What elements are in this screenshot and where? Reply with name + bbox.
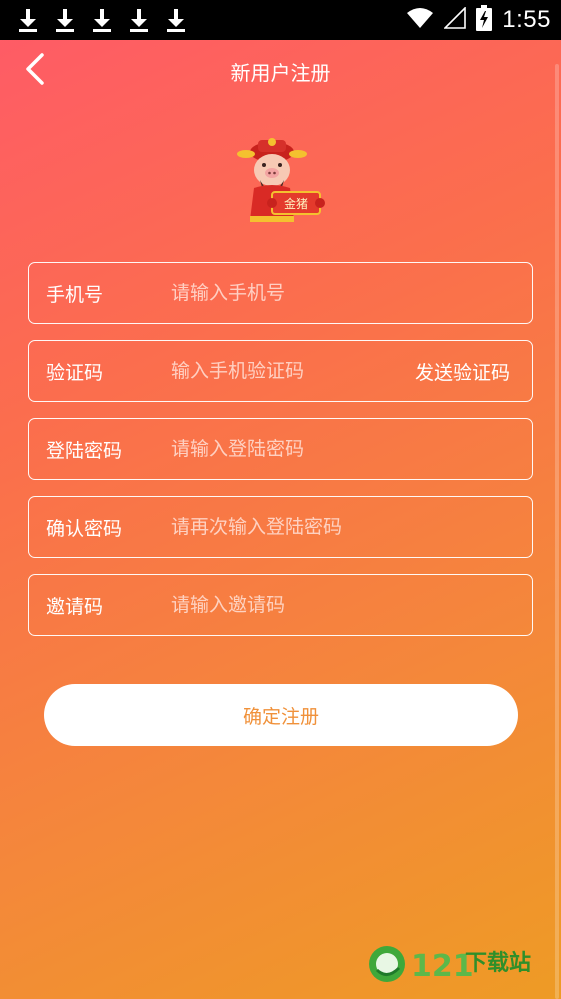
- phone-input[interactable]: [171, 263, 512, 323]
- verification-code-input[interactable]: [171, 341, 392, 401]
- invite-code-field: 邀请码: [28, 574, 533, 636]
- status-time: 1:55: [502, 6, 551, 33]
- phone-label: 手机号: [46, 283, 104, 306]
- send-code-button[interactable]: 发送验证码: [415, 358, 510, 385]
- notification-icons: [18, 7, 186, 33]
- download-icon: [166, 7, 186, 33]
- watermark-logo: 121 下载站: [365, 940, 543, 986]
- download-icon: [18, 7, 38, 33]
- confirm-password-field: 确认密码: [28, 496, 533, 558]
- invite-code-input[interactable]: [171, 575, 512, 635]
- download-icon: [92, 7, 112, 33]
- password-input[interactable]: [171, 419, 512, 479]
- wifi-icon: [406, 7, 434, 33]
- mascot-scroll-text: 金猪: [284, 196, 308, 211]
- password-field: 登陆密码: [28, 418, 533, 480]
- verification-code-label: 验证码: [46, 361, 104, 384]
- scrollbar[interactable]: [555, 64, 559, 999]
- pig-mascot-icon: 金猪: [232, 132, 332, 232]
- status-bar: 1:55: [0, 0, 561, 40]
- download-icon: [129, 7, 149, 33]
- watermark-text: 下载站: [465, 950, 531, 976]
- registration-form: 手机号 验证码 发送验证码 登陆密码 确认密码 邀请码: [28, 262, 533, 652]
- password-label: 登陆密码: [46, 439, 123, 462]
- confirm-password-input[interactable]: [171, 497, 512, 557]
- phone-field: 手机号: [28, 262, 533, 324]
- signal-icon: [443, 6, 467, 33]
- system-icons: 1:55: [406, 5, 551, 35]
- header: 新用户注册: [0, 40, 561, 102]
- confirm-password-label: 确认密码: [46, 517, 123, 540]
- invite-code-label: 邀请码: [46, 595, 104, 618]
- submit-register-button[interactable]: 确定注册: [44, 684, 518, 746]
- download-icon: [55, 7, 75, 33]
- battery-charging-icon: [476, 5, 493, 35]
- page-title: 新用户注册: [230, 61, 331, 85]
- verification-code-field: 验证码 发送验证码: [28, 340, 533, 402]
